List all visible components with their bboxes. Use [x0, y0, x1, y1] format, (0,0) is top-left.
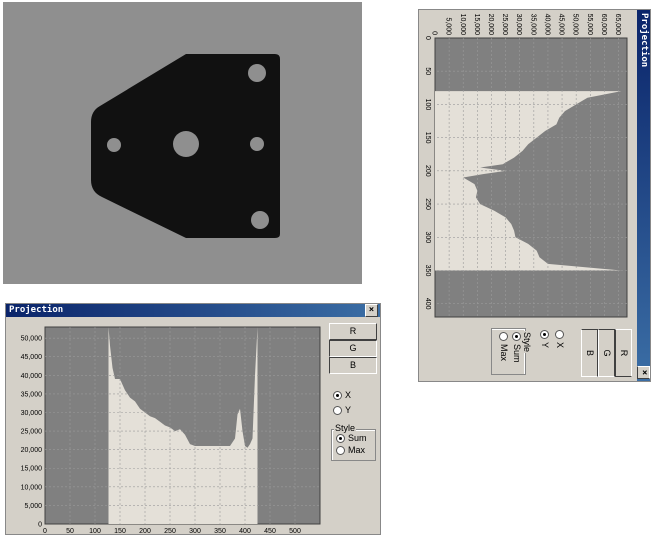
radio-dot-selected	[336, 434, 345, 444]
dialog-titlebar[interactable]: Projection ×	[6, 304, 380, 317]
x-tick-label: 45,000	[558, 14, 565, 36]
style-max-radio[interactable]: Max	[498, 332, 509, 362]
radio-dot-selected	[511, 332, 521, 341]
x-tick-label: 500	[289, 528, 301, 534]
x-tick-label: 15,000	[473, 14, 480, 36]
x-tick-label: 300	[189, 528, 201, 534]
part-image	[91, 54, 280, 238]
radio-dot-selected	[539, 330, 549, 339]
x-tick-label: 5,000	[445, 17, 452, 35]
y-tick-label: 15,000	[21, 466, 43, 473]
plot-area	[434, 37, 628, 318]
x-tick-label: 450	[264, 528, 276, 534]
style-max-label: Max	[499, 344, 509, 362]
r-button[interactable]: R	[329, 323, 377, 340]
radio-dot	[336, 446, 345, 456]
x-tick-label: 0	[43, 528, 47, 534]
x-tick-label: 25,000	[501, 14, 508, 36]
y-tick-label: 200	[424, 165, 431, 177]
axis-x-label: X	[555, 342, 565, 349]
x-tick-label: 100	[89, 528, 101, 534]
dialog-title: Projection	[9, 305, 64, 315]
dialog-titlebar[interactable]: Projection ×	[637, 10, 650, 381]
radio-dot-selected	[333, 391, 342, 401]
x-tick-label: 35,000	[529, 14, 536, 36]
x-tick-label: 0	[431, 31, 438, 35]
b-button[interactable]: B	[329, 357, 377, 374]
projection-chart-x: 0 50 100 150 200 250 300 350 400 450 500 0 5,000 10,0…	[21, 326, 321, 534]
radio-dot	[333, 406, 342, 416]
y-tick-label: 30,000	[21, 410, 43, 417]
x-tick-label: 30,000	[515, 14, 522, 36]
close-icon: ×	[368, 305, 375, 315]
close-button[interactable]: ×	[637, 366, 650, 379]
y-tick-label: 400	[424, 298, 431, 310]
x-tick-label: 20,000	[487, 14, 494, 36]
axis-y-label: Y	[345, 405, 352, 415]
dialog-title: Projection	[639, 13, 649, 68]
style-max-radio[interactable]: Max	[336, 445, 366, 456]
y-tick-label: 0	[38, 522, 42, 529]
axis-y-label: Y	[540, 342, 550, 349]
hole-top-right	[248, 64, 266, 82]
y-tick-label: 0	[424, 36, 431, 40]
axis-x-radio[interactable]: X	[333, 390, 352, 401]
axis-x-radio[interactable]: X	[554, 330, 565, 349]
x-tick-label: 50,000	[572, 14, 579, 36]
y-tick-label: 45,000	[21, 354, 43, 361]
style-group-label: Style	[522, 331, 532, 354]
r-button[interactable]: R	[615, 329, 632, 377]
y-tick-label: 50	[424, 67, 431, 75]
hole-mid-right	[250, 137, 264, 151]
y-tick-label: 300	[424, 231, 431, 243]
style-max-label: Max	[348, 445, 366, 455]
hole-large	[173, 131, 199, 157]
x-tick-label: 250	[164, 528, 176, 534]
x-tick-label: 60,000	[600, 14, 607, 36]
b-button[interactable]: B	[581, 329, 598, 377]
x-tick-label: 40,000	[543, 14, 550, 36]
y-tick-label: 25,000	[21, 429, 43, 436]
radio-dot	[554, 330, 564, 339]
style-group-label: Style	[334, 423, 357, 433]
style-sum-radio[interactable]: Sum	[511, 332, 522, 363]
y-tick-label: 350	[424, 265, 431, 277]
axis-y-radio[interactable]: Y	[539, 330, 550, 349]
y-tick-label: 10,000	[21, 484, 43, 491]
x-tick-label: 350	[214, 528, 226, 534]
g-button[interactable]: G	[329, 340, 377, 357]
projection-chart-y: 0 50 100 150 200 250 300 350 400 0 5,000 10,000 15,0…	[424, 14, 628, 318]
x-tick-label: 200	[139, 528, 151, 534]
radio-dot	[498, 332, 508, 341]
y-tick-label: 250	[424, 198, 431, 210]
style-sum-label: Sum	[348, 433, 367, 443]
y-tick-label: 35,000	[21, 391, 43, 398]
axis-x-label: X	[345, 390, 352, 400]
hole-bottom-right	[251, 211, 269, 229]
axis-y-radio[interactable]: Y	[333, 405, 352, 416]
hole-left	[107, 138, 121, 152]
y-tick-label: 40,000	[21, 373, 43, 380]
g-button[interactable]: G	[598, 329, 615, 377]
rotated-content: Projection × 0 50 100 150 200 250 300 350 400 0 5,…	[419, 10, 650, 381]
projection-dialog-right: Projection × 0 50 100 150 200 250 300 350 400 0 5,…	[418, 9, 651, 382]
y-tick-label: 5,000	[24, 503, 42, 510]
x-tick-label: 55,000	[586, 14, 593, 36]
style-sum-radio[interactable]: Sum	[336, 433, 367, 444]
close-button[interactable]: ×	[365, 304, 378, 317]
y-tick-label: 150	[424, 132, 431, 144]
y-tick-label: 100	[424, 99, 431, 111]
y-tick-label: 20,000	[21, 447, 43, 454]
image-view	[3, 2, 362, 284]
projection-dialog-bottom: Projection × 0 50 100 150 200 250 300 350 400 450…	[5, 303, 381, 535]
x-tick-label: 150	[114, 528, 126, 534]
close-icon: ×	[639, 369, 649, 376]
x-tick-label: 400	[239, 528, 251, 534]
x-tick-label: 50	[66, 528, 74, 534]
x-tick-label: 65,000	[614, 14, 621, 36]
x-tick-label: 10,000	[459, 14, 466, 36]
y-tick-label: 50,000	[21, 336, 43, 343]
style-sum-label: Sum	[512, 344, 522, 363]
